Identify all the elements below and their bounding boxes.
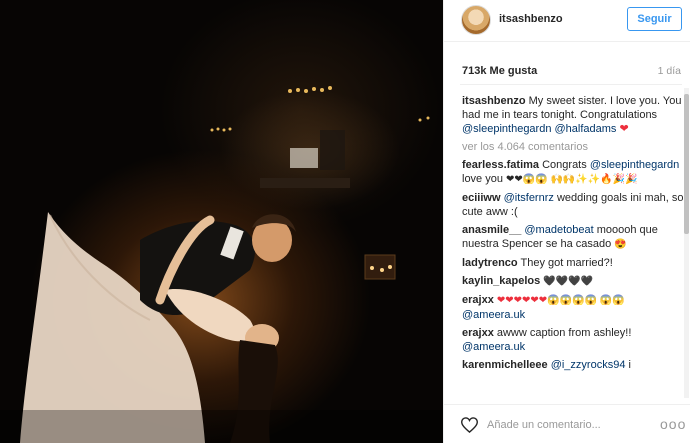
caption-mention[interactable]: @sleepinthegardn [462,123,551,135]
wedding-dance-photo [0,86,443,443]
heart-emoji: ❤ [619,123,629,135]
post-username[interactable]: itsashbenzo [499,13,563,25]
comment-text: awww caption from ashley!! [496,327,632,339]
list-item: eciiiww @itsfernrz wedding goals ini mah… [462,191,684,219]
comment-emoji: 🖤🖤🖤🖤 [543,276,594,287]
comment-username[interactable]: kaylin_kapelos [462,275,540,287]
comment-emoji: ❤❤😱😱 🙌🙌✨✨🔥🎉🎉 [506,174,638,185]
comment-username[interactable]: erajxx [462,294,494,306]
list-item: erajxx ❤❤❤❤❤❤😱😱😱😱 😱😱 @ameera.uk [462,293,684,322]
comment-mention[interactable]: @ameera.uk [462,341,525,353]
comment-text: i [628,359,631,371]
list-item: ladytrenco They got married?! [462,256,684,270]
more-options-icon[interactable]: ooo [660,417,686,431]
comments-scrollbar[interactable] [684,88,689,398]
post-photo[interactable] [0,0,443,443]
avatar[interactable] [461,5,491,35]
comment-emoji: ❤❤❤❤❤❤😱😱😱😱 😱😱 [496,295,625,306]
divider [460,84,682,85]
comment-footer: ooo [444,404,690,443]
add-comment-input[interactable] [487,414,637,436]
comment-mention[interactable]: @itsfernrz [504,192,554,204]
follow-button[interactable]: Seguir [627,7,682,31]
comment-username[interactable]: ladytrenco [462,257,518,269]
list-item: erajxx awww caption from ashley!! @ameer… [462,326,684,354]
list-item: fearless.fatima Congrats @sleepinthegard… [462,158,684,187]
scrollbar-thumb[interactable] [684,94,689,234]
list-item: anasmile__ @madetobeat mooooh que nuestr… [462,223,684,252]
comment-username[interactable]: erajxx [462,327,494,339]
comment-mention[interactable]: @sleepinthegardn [590,159,679,171]
list-item: kaylin_kapelos 🖤🖤🖤🖤 [462,274,684,289]
comment-text: love you [462,173,503,185]
likes-row: 713k Me gusta 1 día [444,62,690,80]
caption-username[interactable]: itsashbenzo [462,95,526,107]
likes-count[interactable]: 713k Me gusta [462,65,537,77]
comment-mention[interactable]: @i_zzyrocks94 [551,359,626,371]
post-header: itsashbenzo Seguir [444,0,690,42]
comments-list: itsashbenzo My sweet sister. I love you.… [462,94,684,400]
post-sidebar: itsashbenzo Seguir 713k Me gusta 1 día i… [443,0,690,443]
view-all-comments-link[interactable]: ver los 4.064 comentarios [462,140,684,154]
list-item: karenmichelleee @i_zzyrocks94 i [462,358,684,372]
comment-text: Congrats [542,159,587,171]
caption-mention[interactable]: @halfadams [555,123,617,135]
comment-text: They got married?! [520,257,613,269]
comment-username[interactable]: anasmile__ [462,224,521,236]
comment-emoji: 😍 [614,239,627,250]
like-heart-icon[interactable] [461,417,478,433]
caption: itsashbenzo My sweet sister. I love you.… [462,94,684,136]
comment-username[interactable]: eciiiww [462,192,501,204]
comment-username[interactable]: fearless.fatima [462,159,539,171]
post-time[interactable]: 1 día [658,65,681,77]
comment-username[interactable]: karenmichelleee [462,359,548,371]
comment-mention[interactable]: @ameera.uk [462,309,525,321]
comment-mention[interactable]: @madetobeat [524,224,593,236]
